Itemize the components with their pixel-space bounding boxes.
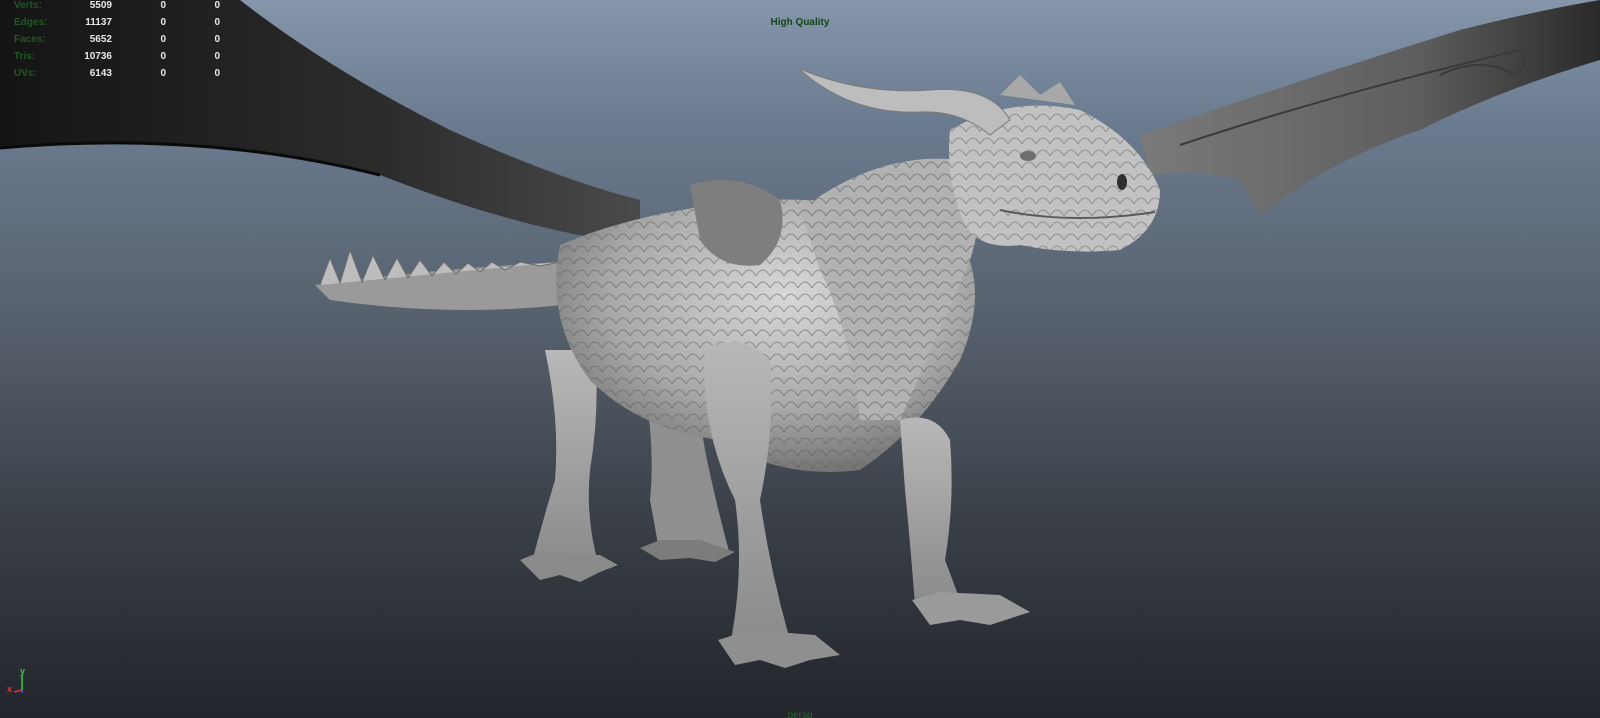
hud-value: 0 — [160, 68, 166, 79]
hud-value: 5509 — [89, 0, 112, 11]
hud-label: Verts: — [14, 0, 42, 11]
hud-row-tris: Tris: 10736 0 0 — [0, 51, 240, 68]
viewport-panel[interactable]: Verts: 5509 0 0 Edges: 11137 0 0 Faces: … — [0, 0, 1600, 718]
hud-value: 0 — [214, 51, 220, 62]
x-axis-line — [13, 689, 23, 693]
hud-value: 0 — [214, 68, 220, 79]
hud-row-faces: Faces: 5652 0 0 — [0, 34, 240, 51]
y-axis-label: y — [20, 666, 25, 676]
camera-name-label: persp — [787, 710, 813, 718]
hud-value: 10736 — [84, 51, 112, 62]
hud-value: 0 — [160, 17, 166, 28]
dragon-sculpt-icon[interactable] — [0, 0, 1600, 718]
hud-value: 0 — [214, 34, 220, 45]
hud-value: 0 — [214, 17, 220, 28]
x-axis-label: x — [7, 684, 12, 694]
hud-label: Faces: — [14, 34, 46, 45]
hud-value: 6143 — [89, 68, 112, 79]
hud-value: 0 — [214, 0, 220, 11]
hud-row-edges: Edges: 11137 0 0 — [0, 17, 240, 34]
hud-label: Tris: — [14, 51, 36, 62]
axis-gizmo-icon: y x — [7, 666, 25, 694]
hud-row-verts: Verts: 5509 0 0 — [0, 0, 240, 17]
hud-value: 0 — [160, 34, 166, 45]
hud-label: Edges: — [14, 17, 48, 28]
hud-value: 5652 — [89, 34, 112, 45]
hud-value: 0 — [160, 0, 166, 11]
render-quality-label: High Quality — [770, 17, 830, 28]
hud-label: UVs: — [14, 68, 37, 79]
hud-value: 0 — [160, 51, 166, 62]
hud-row-uvs: UVs: 6143 0 0 — [0, 68, 240, 85]
hud-value: 11137 — [85, 17, 112, 28]
